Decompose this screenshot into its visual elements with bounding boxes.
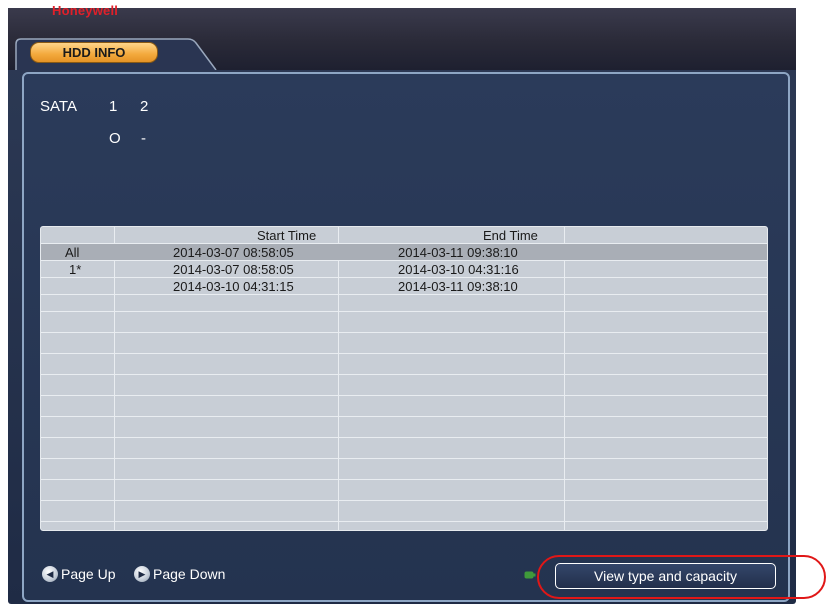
sata-number-1: 1 xyxy=(109,98,118,115)
page-down-icon: ▶ xyxy=(134,566,150,582)
sata-status-1: O xyxy=(109,130,121,147)
table-row[interactable] xyxy=(41,295,767,312)
sata-status-2: - xyxy=(141,130,146,147)
table-row[interactable] xyxy=(41,463,767,480)
page-down-label: Page Down xyxy=(153,566,226,582)
row-end-time: 2014-03-11 09:38:10 xyxy=(398,245,518,260)
table-row[interactable]: All 2014-03-07 08:58:05 2014-03-11 09:38… xyxy=(41,244,767,261)
table-row[interactable] xyxy=(41,442,767,459)
record-time-table: Start Time End Time All 2014-03-07 08:58… xyxy=(40,226,768,531)
row-end-time: 2014-03-10 04:31:16 xyxy=(398,262,519,277)
table-row[interactable] xyxy=(41,316,767,333)
brand-logo: Honeywell xyxy=(52,3,119,18)
table-row[interactable]: 2014-03-10 04:31:15 2014-03-11 09:38:10 xyxy=(41,278,767,295)
row-start-time: 2014-03-07 08:58:05 xyxy=(173,245,294,260)
header-end-time: End Time xyxy=(483,228,538,243)
sata-number-2: 2 xyxy=(140,98,149,115)
row-start-time: 2014-03-07 08:58:05 xyxy=(173,262,294,277)
table-row[interactable] xyxy=(41,505,767,522)
page-up-button[interactable]: ◀ Page Up xyxy=(42,566,115,582)
table-row[interactable] xyxy=(41,379,767,396)
table-row[interactable] xyxy=(41,358,767,375)
table-row[interactable] xyxy=(41,421,767,438)
page-up-icon: ◀ xyxy=(42,566,58,582)
page-up-label: Page Up xyxy=(61,566,116,582)
table-row[interactable] xyxy=(41,337,767,354)
row-start-time: 2014-03-10 04:31:15 xyxy=(173,279,294,294)
row-label: 1* xyxy=(69,262,82,277)
page-down-button[interactable]: ▶ Page Down xyxy=(134,566,225,582)
row-label: All xyxy=(65,245,80,260)
table-header-row: Start Time End Time xyxy=(41,227,767,244)
table-row[interactable]: 1* 2014-03-07 08:58:05 2014-03-10 04:31:… xyxy=(41,261,767,278)
fn-key-icon xyxy=(524,571,536,579)
row-end-time: 2014-03-11 09:38:10 xyxy=(398,279,518,294)
table-row[interactable] xyxy=(41,400,767,417)
sata-label: SATA xyxy=(40,98,77,115)
header-start-time: Start Time xyxy=(257,228,317,243)
tab-hdd-info[interactable]: HDD INFO xyxy=(30,42,158,63)
table-row[interactable] xyxy=(41,484,767,501)
highlight-annotation xyxy=(537,555,826,599)
